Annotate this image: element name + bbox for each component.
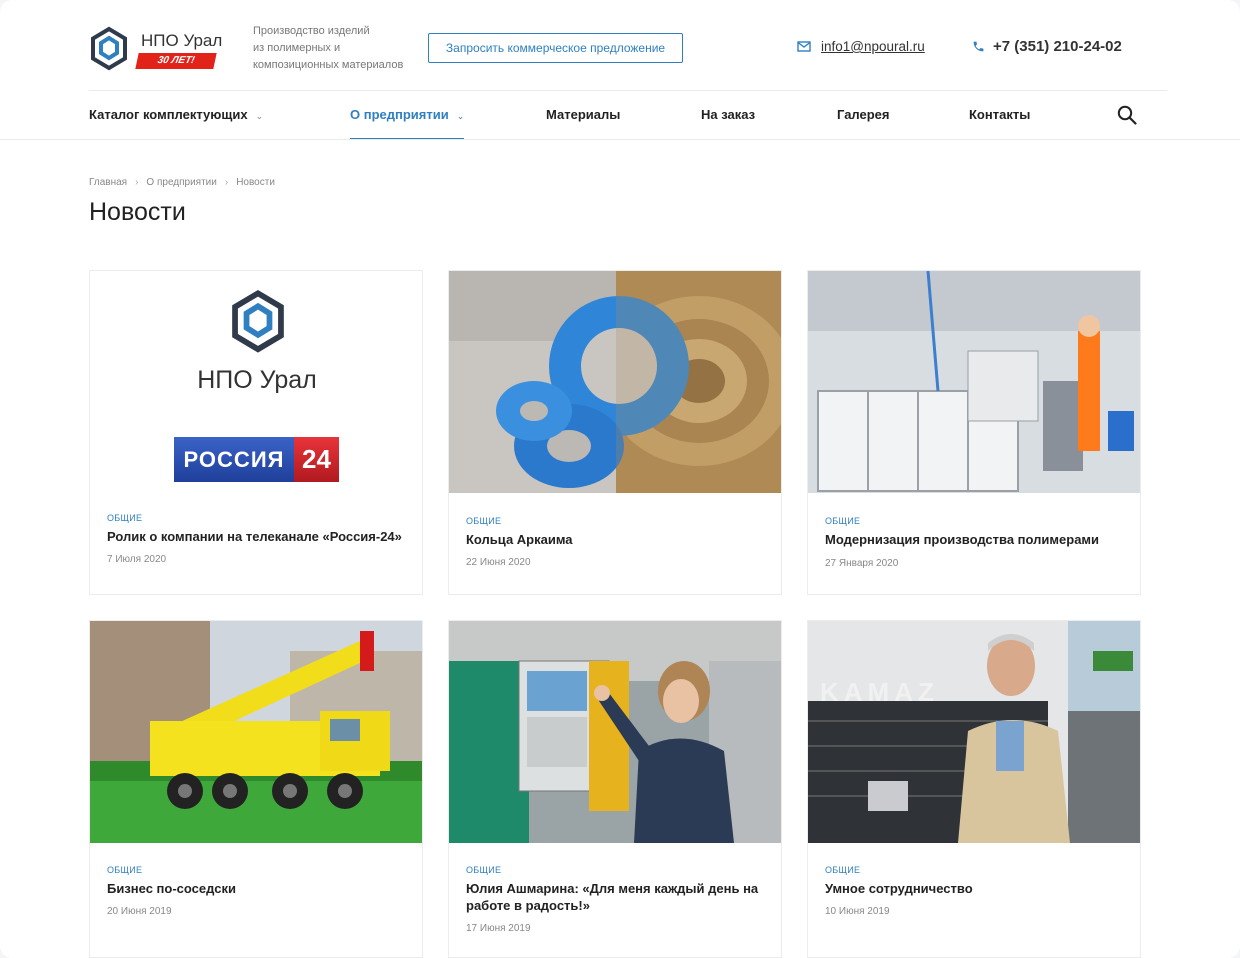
news-category[interactable]: ОБЩИЕ — [825, 865, 860, 875]
news-date: 27 Января 2020 — [825, 558, 899, 569]
news-card[interactable]: НПО Урал РОССИЯ 24 ОБЩИЕ Ролик о компани… — [89, 270, 423, 595]
news-card[interactable]: ОБЩИЕ Модернизация производства полимера… — [807, 270, 1141, 595]
hexagon-logo-icon — [91, 26, 127, 71]
email-contact: info1@npoural.ru — [797, 39, 925, 54]
nav-item-label: О предприятии — [350, 107, 449, 122]
page-title: Новости — [89, 198, 186, 226]
header: НПО Урал 30 ЛЕТ! Производство изделий из… — [0, 0, 1240, 90]
nav-item-catalog[interactable]: Каталог комплектующих ⌄ — [89, 91, 263, 140]
tv-logo-text: РОССИЯ — [174, 437, 294, 482]
operator-photo — [449, 621, 781, 843]
page: НПО Урал 30 ЛЕТ! Производство изделий из… — [0, 0, 1240, 958]
phone-contact: +7 (351) 210-24-02 — [972, 38, 1122, 55]
news-date: 20 Июня 2019 — [107, 906, 172, 917]
tagline-line: из полимерных и — [253, 42, 341, 54]
divider — [0, 139, 1240, 140]
news-title[interactable]: Модернизация производства полимерами — [825, 531, 1125, 548]
news-category[interactable]: ОБЩИЕ — [107, 865, 142, 875]
nav-item-label: Каталог комплектующих — [89, 107, 248, 122]
company-logo-text: НПО Урал — [197, 366, 317, 394]
tagline-line: Производство изделий — [253, 25, 370, 37]
breadcrumb-current: Новости — [236, 177, 275, 188]
news-title[interactable]: Бизнес по-соседски — [107, 880, 407, 897]
nav-item-contacts[interactable]: Контакты — [969, 91, 1030, 140]
email-link[interactable]: info1@npoural.ru — [821, 39, 925, 54]
news-title[interactable]: Ролик о компании на телеканале «Россия-2… — [107, 528, 407, 545]
news-image[interactable] — [808, 271, 1140, 493]
news-category[interactable]: ОБЩИЕ — [466, 516, 501, 526]
tv-logo-number: 24 — [294, 437, 339, 482]
hexagon-logo-icon — [232, 289, 284, 353]
breadcrumb-home[interactable]: Главная — [89, 177, 127, 188]
news-title[interactable]: Умное сотрудничество — [825, 880, 1125, 897]
nav-item-label: Контакты — [969, 107, 1031, 122]
logo-title: НПО Урал — [141, 31, 223, 50]
tagline: Производство изделий из полимерных и ком… — [253, 23, 423, 74]
nav-item-label: На заказ — [701, 107, 756, 122]
breadcrumb: Главная › О предприятии › Новости — [89, 177, 275, 188]
main-nav: Каталог комплектующих ⌄ О предприятии ⌄ Ма… — [89, 90, 1167, 140]
factory-photo — [808, 271, 1140, 493]
news-image[interactable]: НПО Урал РОССИЯ 24 — [90, 271, 422, 493]
news-date: 7 Июля 2020 — [107, 554, 167, 565]
crane-truck-photo — [90, 621, 422, 843]
logo[interactable]: НПО Урал 30 ЛЕТ! — [89, 25, 229, 73]
tagline-line: композиционных материалов — [253, 59, 404, 71]
anniversary-badge: 30 ЛЕТ! — [135, 53, 217, 69]
breadcrumb-about[interactable]: О предприятии — [146, 177, 216, 188]
news-image[interactable]: KAMAZ — [808, 621, 1140, 843]
nav-item-about[interactable]: О предприятии ⌄ — [350, 91, 465, 140]
news-category[interactable]: ОБЩИЕ — [825, 516, 860, 526]
nav-item-label: Галерея — [837, 107, 890, 122]
news-card[interactable]: KAMAZ ОБЩИЕ Умное сотрудничество 10 Июня… — [807, 620, 1141, 958]
news-date: 17 Июня 2019 — [466, 923, 531, 934]
nav-item-custom[interactable]: На заказ — [701, 91, 755, 140]
nav-item-gallery[interactable]: Галерея — [837, 91, 890, 140]
news-card[interactable]: ОБЩИЕ Бизнес по-соседски 20 Июня 2019 — [89, 620, 423, 958]
chevron-down-icon: ⌄ — [255, 111, 264, 121]
news-title[interactable]: Кольца Аркаима — [466, 531, 766, 548]
request-offer-button[interactable]: Запросить коммерческое предложение — [428, 33, 683, 63]
news-date: 22 Июня 2020 — [466, 557, 531, 568]
news-category[interactable]: ОБЩИЕ — [466, 865, 501, 875]
chevron-down-icon: ⌄ — [456, 111, 465, 121]
search-icon[interactable] — [1117, 105, 1137, 125]
nav-item-materials[interactable]: Материалы — [546, 91, 620, 140]
breadcrumb-separator-icon: › — [135, 177, 139, 188]
news-category[interactable]: ОБЩИЕ — [107, 513, 142, 523]
nav-item-label: Материалы — [546, 107, 621, 122]
truck-brand-text: KAMAZ — [820, 677, 939, 707]
mail-icon — [797, 41, 811, 52]
phone-number[interactable]: +7 (351) 210-24-02 — [993, 38, 1122, 55]
news-image[interactable] — [449, 621, 781, 843]
news-image[interactable] — [449, 271, 781, 493]
news-card[interactable]: ОБЩИЕ Юлия Ашмарина: «Для меня каждый де… — [448, 620, 782, 958]
news-card[interactable]: ОБЩИЕ Кольца Аркаима 22 Июня 2020 — [448, 270, 782, 595]
rings-photo — [449, 271, 781, 493]
phone-icon — [973, 41, 984, 52]
breadcrumb-separator-icon: › — [224, 177, 229, 188]
kamaz-photo — [808, 621, 1140, 843]
news-date: 10 Июня 2019 — [825, 906, 890, 917]
tv-channel-logo: РОССИЯ 24 — [174, 437, 339, 482]
news-title[interactable]: Юлия Ашмарина: «Для меня каждый день на … — [466, 880, 766, 914]
news-image[interactable] — [90, 621, 422, 843]
